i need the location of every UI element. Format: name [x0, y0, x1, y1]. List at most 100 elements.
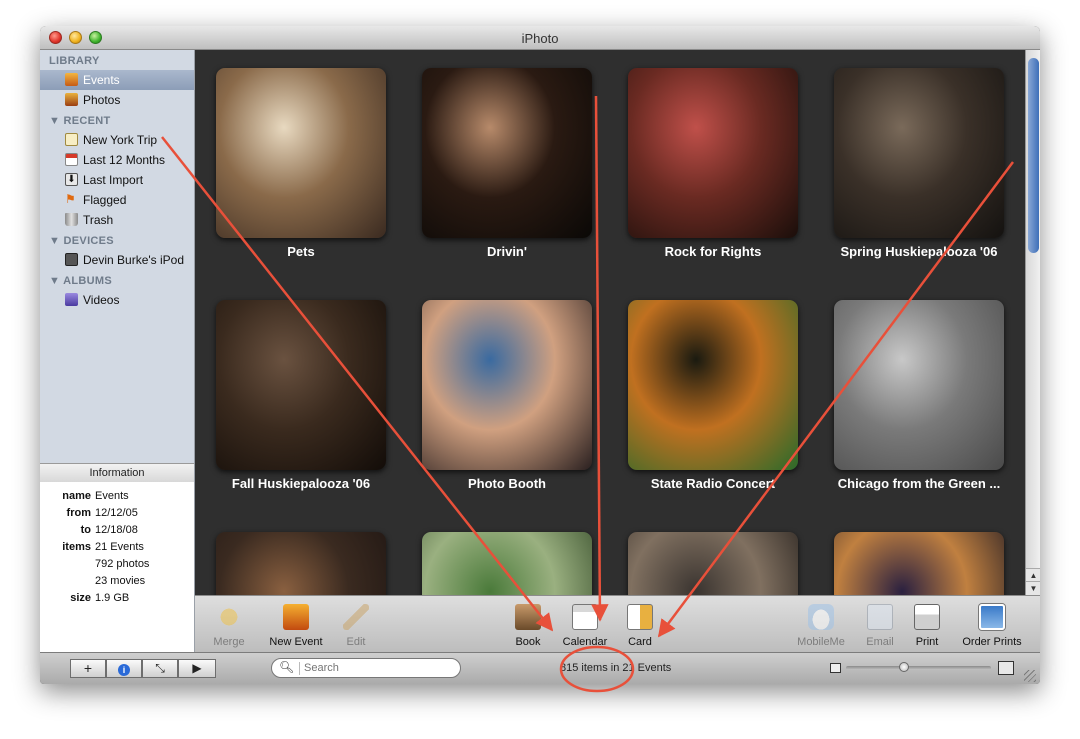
- print-button[interactable]: Print: [907, 596, 947, 652]
- event-tile[interactable]: [834, 532, 1004, 595]
- email-icon: [867, 604, 893, 630]
- sidebar-item-events[interactable]: Events: [40, 70, 194, 90]
- vertical-scrollbar[interactable]: ▲ ▼: [1025, 50, 1040, 595]
- event-tile[interactable]: [216, 68, 386, 238]
- event-tile[interactable]: [216, 532, 386, 595]
- sidebar-item-ipod[interactable]: Devin Burke's iPod: [40, 250, 194, 270]
- sidebar-item-new-york-trip[interactable]: New York Trip: [40, 130, 194, 150]
- card-label: Card: [628, 636, 652, 648]
- info-value: 12/12/05: [95, 507, 138, 519]
- sidebar-item-label: Trash: [83, 213, 114, 227]
- search-divider: [299, 662, 300, 675]
- sidebar-item-last-12-months[interactable]: Last 12 Months: [40, 150, 194, 170]
- sidebar-item-label: New York Trip: [83, 133, 158, 147]
- event-tile[interactable]: [834, 68, 1004, 238]
- sidebar-item-photos[interactable]: Photos: [40, 90, 194, 110]
- information-header[interactable]: Information: [40, 463, 195, 483]
- book-icon: [515, 604, 541, 630]
- event-tile[interactable]: [422, 68, 592, 238]
- thumbnail-size-slider[interactable]: [846, 662, 991, 672]
- fullscreen-button[interactable]: ⤡: [142, 659, 178, 678]
- calendar-icon: [572, 604, 598, 630]
- event-tile[interactable]: [834, 300, 1004, 470]
- sidebar-item-flagged[interactable]: ⚑ Flagged: [40, 190, 194, 210]
- event-title[interactable]: Photo Booth: [407, 476, 607, 491]
- new-event-button[interactable]: New Event: [266, 596, 326, 652]
- videos-album-icon: [65, 293, 78, 306]
- event-title[interactable]: Chicago from the Green ...: [819, 476, 1019, 491]
- devices-header[interactable]: ▼ DEVICES: [49, 235, 114, 247]
- mobileme-icon: [808, 604, 834, 630]
- ipod-icon: [65, 253, 78, 266]
- event-title[interactable]: Fall Huskiepalooza '06: [201, 476, 401, 491]
- email-button[interactable]: Email: [860, 596, 900, 652]
- info-value: 792 photos: [95, 558, 150, 570]
- sidebar-item-last-import[interactable]: ⬇ Last Import: [40, 170, 194, 190]
- small-thumbnail-icon[interactable]: [830, 663, 841, 673]
- event-title[interactable]: Drivin': [407, 244, 607, 259]
- pencil-icon: [343, 604, 369, 630]
- recent-header[interactable]: ▼ RECENT: [49, 115, 111, 127]
- information-panel: name Events from 12/12/05 to 12/18/08 it…: [40, 482, 195, 652]
- event-title[interactable]: Rock for Rights: [613, 244, 813, 259]
- order-prints-icon: [979, 604, 1005, 630]
- search-field[interactable]: 🔍︎: [271, 658, 461, 678]
- sidebar-item-label: Last 12 Months: [83, 153, 166, 167]
- info-key: to: [80, 524, 91, 536]
- search-input[interactable]: [304, 661, 454, 675]
- event-tile[interactable]: [422, 532, 592, 595]
- add-button[interactable]: +: [70, 659, 106, 678]
- sidebar-item-label: Events: [83, 73, 120, 87]
- info-key: items: [62, 541, 91, 553]
- trash-icon: [65, 213, 78, 226]
- merge-label: Merge: [213, 636, 245, 648]
- slider-knob[interactable]: [899, 662, 909, 672]
- sidebar-item-label: Photos: [83, 93, 121, 107]
- sidebar-item-trash[interactable]: Trash: [40, 210, 194, 230]
- event-tile[interactable]: [422, 300, 592, 470]
- mobileme-button[interactable]: MobileMe: [791, 596, 851, 652]
- window-resize-grip[interactable]: [1024, 670, 1036, 682]
- info-icon: i: [118, 664, 130, 676]
- photos-icon: [65, 93, 78, 106]
- sidebar-item-label: Devin Burke's iPod: [83, 253, 185, 267]
- new-event-label: New Event: [269, 636, 323, 648]
- info-key: from: [66, 507, 91, 519]
- edit-button[interactable]: Edit: [336, 596, 376, 652]
- event-title[interactable]: Pets: [201, 244, 401, 259]
- large-thumbnail-icon[interactable]: [998, 661, 1014, 675]
- merge-icon: [216, 604, 242, 630]
- event-title[interactable]: Spring Huskiepalooza '06: [819, 244, 1019, 259]
- window-title: iPhoto: [521, 31, 559, 46]
- info-key: name: [62, 490, 91, 502]
- event-tile[interactable]: [628, 300, 798, 470]
- event-tile[interactable]: [216, 300, 386, 470]
- event-icon: [65, 133, 78, 146]
- scroll-down-arrow[interactable]: ▼: [1026, 581, 1040, 595]
- events-browser: Pets Drivin' Rock for Rights Spring Huskiep…: [195, 50, 1025, 595]
- info-button[interactable]: i: [106, 659, 142, 678]
- print-label: Print: [915, 636, 939, 648]
- info-value: Events: [95, 490, 129, 502]
- printer-icon: [914, 604, 940, 630]
- sidebar-item-videos[interactable]: Videos: [40, 290, 194, 310]
- event-tile[interactable]: [628, 68, 798, 238]
- albums-header[interactable]: ▼ ALBUMS: [49, 275, 112, 287]
- scroll-up-arrow[interactable]: ▲: [1026, 568, 1040, 582]
- order-prints-button[interactable]: Order Prints: [954, 596, 1030, 652]
- events-icon: [65, 73, 78, 86]
- event-title[interactable]: State Radio Concert: [613, 476, 813, 491]
- slideshow-button[interactable]: ▶: [178, 659, 216, 678]
- merge-button[interactable]: Merge: [206, 596, 252, 652]
- event-tile[interactable]: [628, 532, 798, 595]
- new-event-icon: [283, 604, 309, 630]
- title-bar: iPhoto: [40, 26, 1040, 50]
- calendar-button[interactable]: Calendar: [557, 596, 613, 652]
- card-icon: [627, 604, 653, 630]
- scrollbar-thumb[interactable]: [1028, 58, 1039, 253]
- library-header: LIBRARY: [49, 55, 100, 67]
- search-icon: 🔍︎: [279, 660, 295, 674]
- status-bar: + i ⤡ ▶ 🔍︎ 815 items in 21 Events: [40, 652, 1040, 684]
- book-button[interactable]: Book: [508, 596, 548, 652]
- card-button[interactable]: Card: [620, 596, 660, 652]
